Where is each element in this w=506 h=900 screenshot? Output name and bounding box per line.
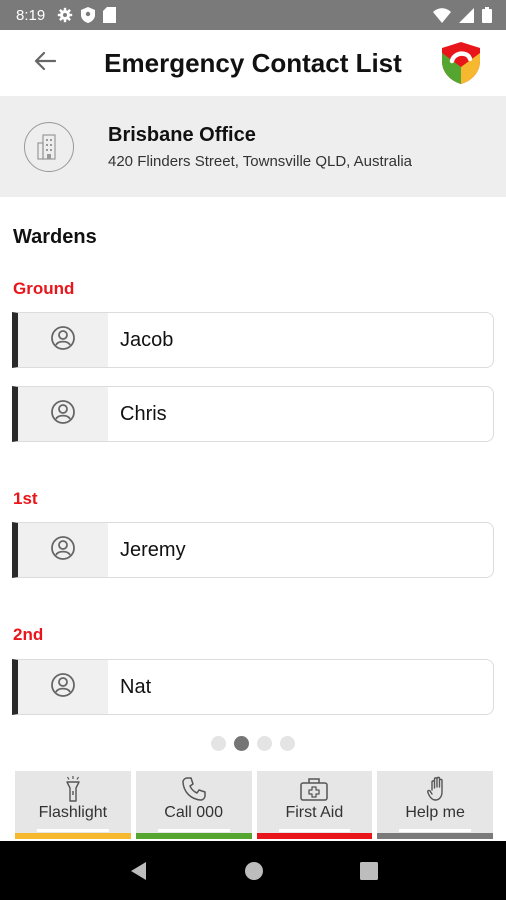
floor-label-1st: 1st [13, 489, 38, 508]
phone-icon [181, 775, 207, 802]
action-color-bar [15, 833, 131, 839]
warden-name: Nat [120, 675, 152, 698]
call-000-button[interactable]: Call 000 [135, 771, 252, 839]
action-label: Help me [405, 804, 465, 821]
office-card: Brisbane Office 420 Flinders Street, Tow… [0, 96, 506, 197]
building-icon [24, 121, 74, 172]
floor-label-ground: Ground [13, 279, 75, 298]
action-bar: Flashlight Call 000 First Aid Help me [15, 771, 493, 839]
sd-card-icon [103, 7, 117, 23]
action-color-bar [135, 833, 252, 839]
action-underline-white [157, 829, 230, 832]
warden-card[interactable]: Nat [12, 659, 494, 715]
section-title-wardens: Wardens [13, 226, 97, 248]
page-indicator [0, 736, 506, 751]
office-address: 420 Flinders Street, Townsville QLD, Aus… [108, 152, 413, 170]
user-icon [50, 535, 76, 566]
shield-icon [81, 7, 96, 23]
page-dot[interactable] [211, 736, 226, 751]
status-time: 8:19 [16, 6, 46, 24]
nav-home-icon[interactable] [244, 861, 264, 881]
system-nav-bar [0, 841, 506, 900]
action-color-bar [256, 833, 373, 839]
wifi-icon [433, 7, 451, 23]
status-bar: 8:19 [0, 0, 506, 30]
page-dot-active[interactable] [234, 736, 249, 751]
gear-icon [57, 7, 73, 23]
page-title: Emergency Contact List [104, 48, 402, 78]
battery-icon [482, 7, 492, 23]
action-underline-white [399, 829, 471, 832]
user-icon [50, 325, 76, 356]
warden-name: Chris [120, 402, 167, 425]
warden-card[interactable]: Chris [12, 386, 494, 442]
office-name: Brisbane Office [108, 123, 256, 146]
app-logo-shield-icon [440, 41, 482, 85]
warden-name: Jeremy [120, 538, 186, 561]
nav-back-icon[interactable] [128, 860, 148, 882]
warden-card[interactable]: Jeremy [12, 522, 494, 578]
action-label: Flashlight [38, 804, 108, 821]
action-color-bar [377, 833, 493, 839]
action-underline-white [278, 829, 351, 832]
back-arrow-icon [34, 51, 57, 76]
first-aid-kit-icon [299, 775, 329, 802]
page-dot[interactable] [257, 736, 272, 751]
signal-icon [459, 7, 474, 23]
app-bar: Emergency Contact List [0, 30, 506, 96]
user-icon [50, 672, 76, 703]
help-me-button[interactable]: Help me [377, 771, 493, 839]
page-dot[interactable] [280, 736, 295, 751]
floor-label-2nd: 2nd [13, 625, 44, 644]
flashlight-button[interactable]: Flashlight [15, 771, 131, 839]
action-label: First Aid [285, 804, 344, 821]
back-button[interactable] [19, 37, 71, 89]
flashlight-icon [65, 775, 81, 802]
hand-icon [424, 775, 446, 802]
action-label: Call 000 [164, 804, 223, 821]
first-aid-button[interactable]: First Aid [256, 771, 373, 839]
warden-name: Jacob [120, 328, 174, 351]
nav-recents-icon[interactable] [360, 861, 378, 880]
warden-card[interactable]: Jacob [12, 312, 494, 368]
action-underline-white [37, 829, 109, 832]
user-icon [50, 399, 76, 430]
